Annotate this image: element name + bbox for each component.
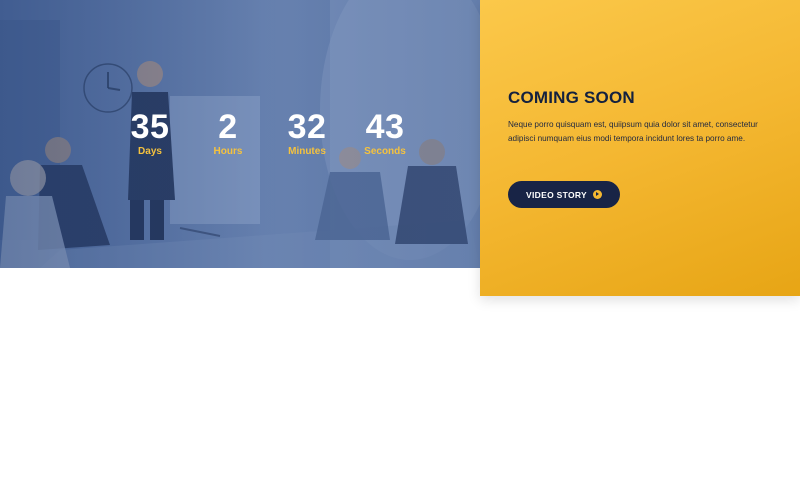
hero-section: 35 Days 2 Hours 32 Minutes 43 Seconds bbox=[0, 0, 480, 268]
video-story-button[interactable]: VIDEO STORY bbox=[508, 181, 620, 208]
countdown-days: 35 Days bbox=[110, 108, 190, 158]
video-story-button-label: VIDEO STORY bbox=[526, 189, 587, 200]
countdown-days-label: Days bbox=[138, 146, 162, 157]
play-circle-icon bbox=[592, 190, 602, 199]
countdown-timer: 35 Days 2 Hours 32 Minutes 43 Seconds bbox=[110, 108, 430, 168]
countdown-minutes: 32 Minutes bbox=[267, 108, 347, 158]
countdown-days-value: 35 bbox=[130, 108, 170, 146]
countdown-hours-value: 2 bbox=[218, 108, 238, 146]
countdown-hours: 2 Hours bbox=[188, 108, 268, 158]
countdown-seconds-value: 43 bbox=[365, 108, 405, 146]
countdown-seconds-label: Seconds bbox=[364, 146, 406, 157]
coming-soon-title: COMING SOON bbox=[508, 88, 635, 107]
countdown-minutes-value: 32 bbox=[287, 108, 327, 146]
countdown-minutes-label: Minutes bbox=[288, 146, 326, 157]
countdown-hours-label: Hours bbox=[213, 146, 243, 157]
coming-soon-description: Neque porro quisquam est, quiipsum quia … bbox=[508, 120, 758, 143]
coming-soon-panel: COMING SOON Neque porro quisquam est, qu… bbox=[480, 0, 800, 296]
countdown-seconds: 43 Seconds bbox=[345, 108, 425, 158]
